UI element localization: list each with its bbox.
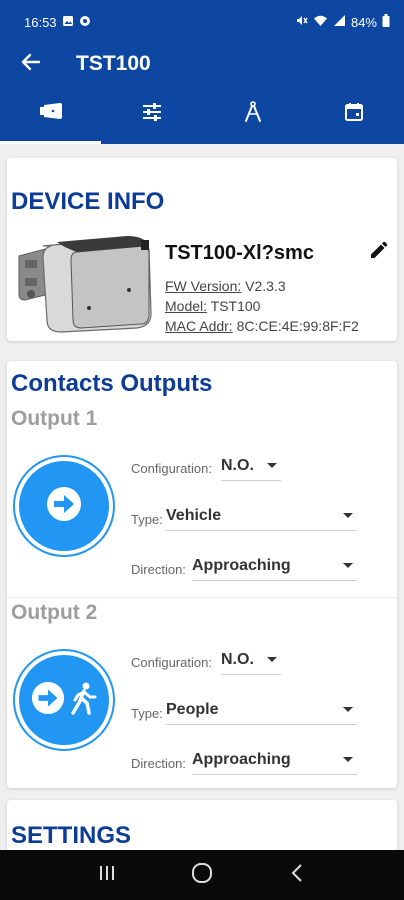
device-info-card: DEVICE INFO TST100-Xl?smc FW Version: V2… [7,158,397,341]
fw-version-line: FW Version: V2.3.3 [165,278,286,294]
page-title: TST100 [76,52,151,75]
settings-card: SETTINGS [7,800,397,850]
device-image [17,234,157,334]
arrow-left-icon [20,51,42,78]
output-1-status-icon [15,457,113,555]
output-2-label: Output 2 [11,601,98,624]
system-back-button[interactable] [277,855,317,895]
output-2-config-value: N.O. [221,650,254,668]
output-1-direction-select[interactable]: Approaching [192,551,357,581]
wifi-icon [313,14,328,30]
output-2-config-select[interactable]: N.O. [221,645,281,675]
mac-line: MAC Addr: 8C:CE:4E:99:8F:F2 [165,318,359,334]
sliders-icon [141,102,163,127]
output-2-direction-value: Approaching [192,750,291,768]
output-1-config-select[interactable]: N.O. [221,451,281,481]
output-1-type-label: Type: [131,512,163,527]
output-2-config-label: Configuration: [131,655,212,670]
compass-icon [244,100,262,128]
mac-value: 8C:CE:4E:99:8F:F2 [236,318,359,334]
sync-notification-icon [79,15,91,30]
chevron-down-icon [267,657,277,662]
output-1-direction-value: Approaching [192,556,291,574]
output-1-type-value: Vehicle [166,506,222,524]
main-content[interactable]: DEVICE INFO TST100-Xl?smc FW Version: V2… [0,144,404,850]
system-nav-bar [0,850,404,900]
output-2-status-icon [15,651,113,749]
model-label: Model: [165,298,208,314]
output-2-direction-label: Direction: [131,756,186,771]
edit-name-button[interactable] [365,240,391,266]
device-name: TST100-Xl?smc [165,242,314,264]
arrow-right-circle-icon [31,681,65,720]
output-2-type-label: Type: [131,706,163,721]
settings-title: SETTINGS [11,822,132,849]
arrow-right-circle-icon [46,486,82,527]
fw-version-label: FW Version: [165,278,242,294]
model-value: TST100 [210,298,261,314]
tab-settings[interactable] [101,84,202,144]
battery-icon [382,14,390,30]
battery-percent: 84% [350,14,377,30]
back-button[interactable] [6,44,56,84]
mute-icon [295,14,308,30]
output-1-label: Output 1 [11,407,98,430]
output-1-config-value: N.O. [221,456,254,474]
tab-calendar[interactable] [303,84,404,144]
pencil-icon [368,241,388,266]
model-line: Model: TST100 [165,298,260,314]
tab-bar [0,84,404,144]
home-circle-icon [191,862,213,889]
app-bar: TST100 [0,44,404,84]
output-2-type-select[interactable]: People [166,695,357,725]
divider [7,597,397,598]
contacts-outputs-card: Contacts Outputs Output 1 Configuration:… [7,361,397,788]
recent-apps-icon [97,864,117,887]
calendar-icon [344,102,364,127]
image-notification-icon [62,15,74,30]
recent-apps-button[interactable] [87,855,127,895]
output-1-direction-label: Direction: [131,562,186,577]
chevron-down-icon [343,707,353,712]
tab-calibration[interactable] [202,84,303,144]
device-info-title: DEVICE INFO [11,188,165,215]
tab-device[interactable] [0,84,101,144]
status-time: 16:53 [24,14,57,30]
chevron-down-icon [343,757,353,762]
chevron-down-icon [267,463,277,468]
signal-icon [333,14,346,30]
output-1-config-label: Configuration: [131,461,212,476]
chevron-left-icon [290,863,304,888]
status-bar: 16:53 84% [0,0,404,44]
output-2-direction-select[interactable]: Approaching [192,745,357,775]
contacts-outputs-title: Contacts Outputs [11,370,213,397]
chevron-down-icon [343,513,353,518]
walking-person-icon [69,681,97,720]
mac-label: MAC Addr: [165,318,233,334]
home-button[interactable] [182,855,222,895]
fw-version-value: V2.3.3 [245,278,286,294]
device-sensor-icon [38,101,64,128]
chevron-down-icon [343,563,353,568]
output-2-type-value: People [166,700,219,718]
output-1-type-select[interactable]: Vehicle [166,501,357,531]
